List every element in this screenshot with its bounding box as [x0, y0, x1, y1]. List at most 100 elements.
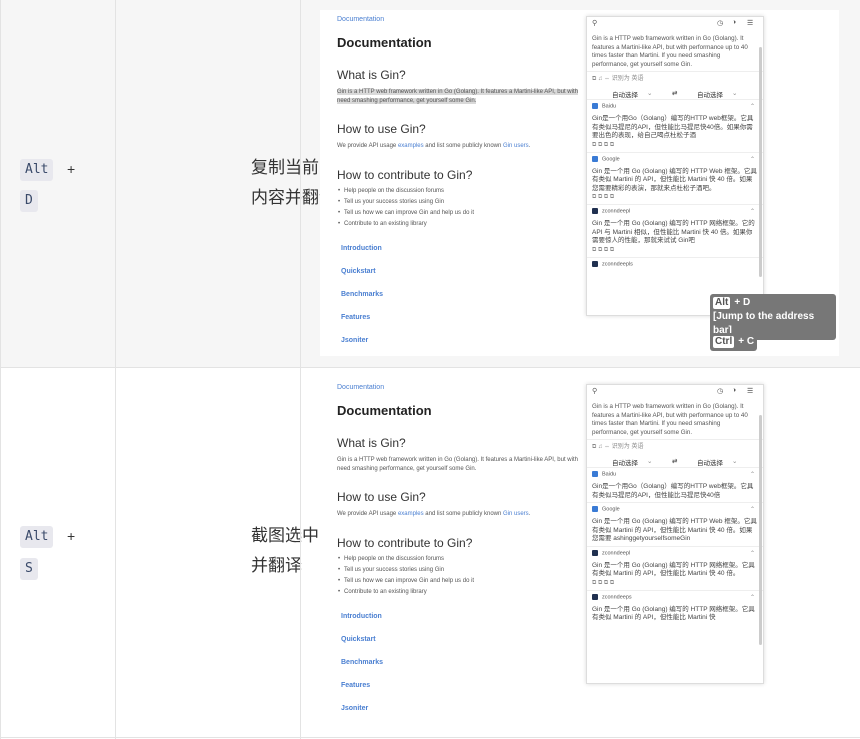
history-icon[interactable]: ◷ — [717, 387, 723, 395]
how-use-text: We provide API usage examples and list s… — [337, 142, 587, 151]
theme-icon[interactable]: ◑ — [732, 19, 736, 26]
source-lang-select[interactable]: 自动选择 — [612, 457, 638, 467]
collapse-icon[interactable]: ⌃ — [750, 208, 755, 215]
collapse-icon[interactable]: ⌃ — [750, 103, 755, 110]
description-cell: 截图选中区域内容并翻译 — [115, 368, 387, 737]
what-heading: What is Gin? — [337, 436, 406, 450]
engine-result[interactable]: Gin 是一个用 Go (Golang) 编写的 HTTP Web 框架。它具有… — [592, 518, 758, 544]
engine-deepl: zconndeepl ⌃ Gin 是一个用 Go (Golang) 编写的 HTT… — [587, 547, 763, 591]
engine-header: Baidu ⌃ — [592, 471, 758, 481]
result-actions[interactable]: ⧉ ⧉ ⧉ ⧉ — [592, 193, 758, 202]
nav-quickstart[interactable]: Quickstart — [341, 636, 376, 643]
engine-baidu: Baidu ⌃ Gin是一个用Go（Golang）编写的HTTP web框架。它具… — [587, 100, 763, 153]
source-text[interactable]: Gin is a HTTP web framework written in G… — [587, 399, 763, 440]
nav-features[interactable]: Features — [341, 682, 370, 689]
engine-result[interactable]: Gin 是一个用 Go (Golang) 编写的 HTTP Web 框架。它具有… — [592, 168, 758, 194]
engine-logo-icon — [592, 506, 598, 512]
swap-icon[interactable]: ⇄ — [672, 457, 677, 465]
engine-name: Google — [602, 506, 620, 513]
how-use-text: We provide API usage examples and list s… — [337, 510, 587, 519]
list-item: Contribute to an existing library — [338, 589, 427, 595]
history-icon[interactable]: ◷ — [717, 19, 723, 27]
engine-logo-icon — [592, 103, 598, 109]
result-actions[interactable]: ⧉ ⧉ ⧉ ⧉ — [592, 141, 758, 150]
collapse-icon[interactable]: ⌃ — [750, 594, 755, 601]
engine-name: zconndeepl — [602, 208, 631, 215]
shortcut-cell: Alt + S — [0, 368, 115, 737]
source-actions[interactable]: ⧉ ♫ ⇔ 识别为 英语 — [587, 440, 763, 454]
how-use-mid: and list some publicly known — [423, 143, 503, 149]
column-divider — [115, 0, 116, 739]
settings-icon[interactable]: ☰ — [747, 387, 753, 395]
target-lang-select[interactable]: 自动选择 — [697, 89, 723, 99]
shortcut-table: Alt + D 复制当前鼠标选中内容并翻译 Documentation Docu… — [0, 0, 860, 739]
chevron-down-icon: ⌄ — [647, 458, 653, 465]
examples-link[interactable]: examples — [398, 143, 424, 149]
list-item: Contribute to an existing library — [338, 221, 427, 227]
examples-link[interactable]: examples — [398, 511, 424, 517]
engine-result[interactable]: Gin 是一个用 Go (Golang) 编写的 HTTP 网络框架。它具有类似… — [592, 606, 758, 623]
nav-introduction[interactable]: Introduction — [341, 613, 382, 620]
breadcrumb[interactable]: Documentation — [337, 384, 384, 391]
breadcrumb[interactable]: Documentation — [337, 16, 384, 23]
nav-features[interactable]: Features — [341, 314, 370, 321]
nav-benchmarks[interactable]: Benchmarks — [341, 659, 383, 666]
nav-quickstart[interactable]: Quickstart — [341, 268, 376, 275]
demo-cell: Documentation Documentation What is Gin?… — [300, 0, 860, 367]
collapse-icon[interactable]: ⌃ — [750, 506, 755, 513]
target-lang-select[interactable]: 自动选择 — [697, 457, 723, 467]
engine-deeps: zconndeeps ⌃ Gin 是一个用 Go (Golang) 编写的 HTT… — [587, 591, 763, 625]
engine-google: Google ⌃ Gin 是一个用 Go (Golang) 编写的 HTTP We… — [587, 153, 763, 205]
nav-jsoniter[interactable]: Jsoniter — [341, 337, 368, 344]
table-row-alt-d: Alt + D 复制当前鼠标选中内容并翻译 Documentation Docu… — [0, 0, 860, 368]
language-row: 自动选择 ⌄ ⇄ 自动选择 ⌄ — [587, 86, 763, 100]
swap-icon[interactable]: ⇄ — [672, 89, 677, 97]
source-lang-select[interactable]: 自动选择 — [612, 89, 638, 99]
engine-header: zconndeepls — [592, 260, 758, 271]
collapse-icon[interactable]: ⌃ — [750, 550, 755, 557]
gin-users-link[interactable]: Gin users — [503, 143, 529, 149]
what-text: Gin is a HTTP web framework written in G… — [337, 88, 587, 106]
key-d: D — [20, 190, 38, 212]
engine-header: zconndeeps ⌃ — [592, 593, 758, 604]
engine-result[interactable]: Gin 是一个用 Go (Golang) 编写的 HTTP 网络框架。它的 AP… — [592, 220, 758, 246]
translate-panel: ⚲ ◷ ◑ ☰ Gin is a HTTP web framework writ… — [586, 16, 764, 316]
chevron-down-icon: ⌄ — [732, 458, 738, 465]
scrollbar[interactable] — [759, 47, 762, 277]
how-use-post: . — [528, 143, 531, 149]
engine-deepl: zconndeepl ⌃ Gin 是一个用 Go (Golang) 编写的 HTT… — [587, 205, 763, 258]
column-divider — [300, 0, 301, 739]
engine-header: zconndeepl ⌃ — [592, 549, 758, 560]
result-actions[interactable]: ⧉ ⧉ ⧉ ⧉ — [592, 579, 758, 588]
contribute-heading: How to contribute to Gin? — [337, 536, 473, 550]
collapse-icon[interactable]: ⌃ — [750, 471, 755, 478]
engine-result[interactable]: Gin 是一个用 Go (Golang) 编写的 HTTP 网络框架。它具有类似… — [592, 562, 758, 579]
settings-icon[interactable]: ☰ — [747, 19, 753, 27]
demo-screenshot: Documentation Documentation What is Gin?… — [320, 378, 839, 728]
list-item: Tell us your success stories using Gin — [338, 567, 444, 573]
engine-name: Baidu — [602, 103, 617, 110]
list-item: Tell us how we can improve Gin and help … — [338, 578, 474, 584]
pin-icon[interactable]: ⚲ — [592, 19, 597, 27]
nav-jsoniter[interactable]: Jsoniter — [341, 705, 368, 712]
pin-icon[interactable]: ⚲ — [592, 387, 597, 395]
source-actions[interactable]: ⧉ ♫ ⇔ 识别为 英语 — [587, 72, 763, 86]
nav-introduction[interactable]: Introduction — [341, 245, 382, 252]
result-actions[interactable]: ⧉ ⧉ ⧉ ⧉ — [592, 246, 758, 255]
engine-result[interactable]: Gin是一个用Go（Golang）编写的HTTP web框架。它具有类似马提尼的… — [592, 115, 758, 141]
key-alt: Alt — [20, 526, 54, 548]
nav-benchmarks[interactable]: Benchmarks — [341, 291, 383, 298]
gin-users-link[interactable]: Gin users — [503, 511, 529, 517]
doc-page: Documentation Documentation What is Gin?… — [320, 378, 590, 728]
how-use-heading: How to use Gin? — [337, 490, 426, 504]
list-item: Tell us your success stories using Gin — [338, 199, 444, 205]
demo-cell: Documentation Documentation What is Gin?… — [300, 368, 860, 737]
engine-header: Google ⌃ — [592, 506, 758, 516]
engine-header: Baidu ⌃ — [592, 103, 758, 113]
engine-result[interactable]: Gin是一个用Go（Golang）编写的HTTP web框架。它具有类似马提尼的… — [592, 483, 758, 500]
scrollbar[interactable] — [759, 415, 762, 645]
collapse-icon[interactable]: ⌃ — [750, 156, 755, 163]
source-text[interactable]: Gin is a HTTP web framework written in G… — [587, 31, 763, 72]
theme-icon[interactable]: ◑ — [732, 387, 736, 394]
plus-sign: + — [67, 528, 76, 544]
